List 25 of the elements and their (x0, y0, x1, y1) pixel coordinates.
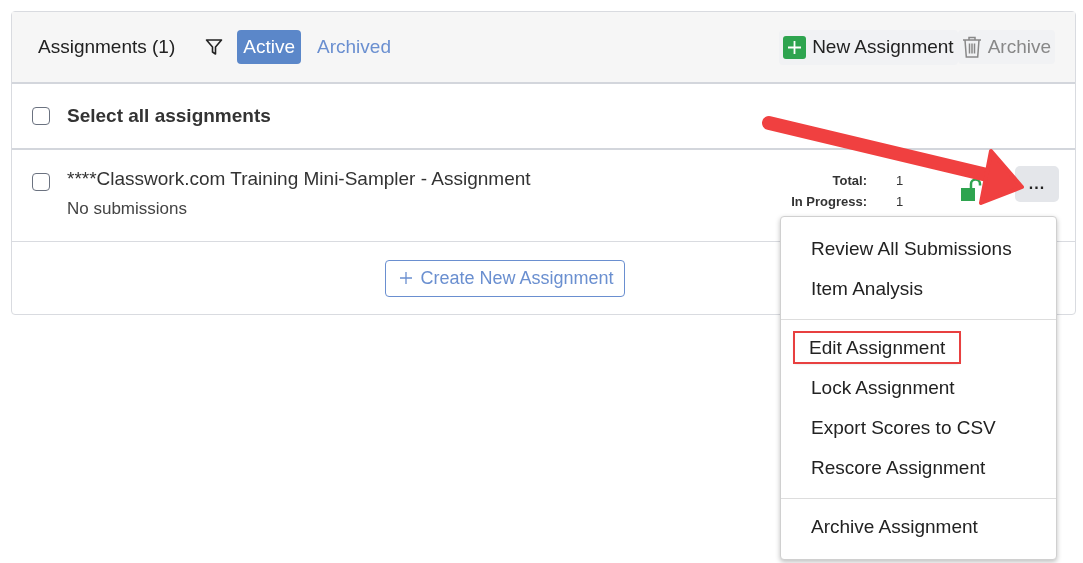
panel-title: Assignments (1) (38, 36, 176, 58)
menu-item[interactable]: Rescore Assignment (811, 457, 986, 478)
menu-item[interactable]: Item Analysis (811, 278, 923, 299)
menu-item[interactable]: Lock Assignment (811, 377, 955, 398)
trash-icon (961, 36, 982, 58)
select-all-label: Select all assignments (67, 105, 271, 127)
stat-label: Total: (831, 173, 867, 188)
plus-icon (783, 35, 807, 59)
more-options-button[interactable]: ... (1015, 166, 1059, 202)
submission-status: No submissions (67, 199, 188, 219)
menu-item[interactable]: Export Scores to CSV (811, 417, 996, 438)
filter-tab[interactable]: Active (237, 30, 302, 64)
menu-item[interactable]: Edit Assignment (795, 333, 960, 362)
menu-item[interactable]: Archive Assignment (811, 516, 978, 537)
checkbox[interactable] (32, 173, 50, 191)
plus-icon (400, 272, 413, 284)
stat-value: 1 (896, 173, 905, 188)
stat-label: In Progress: (791, 194, 867, 209)
checkbox[interactable] (32, 107, 50, 125)
stat-value: 1 (896, 194, 905, 209)
new-assignment-button[interactable]: New Assignment (779, 29, 958, 65)
filter-icon[interactable] (205, 38, 224, 56)
assignment-title[interactable]: ****Classwork.com Training Mini-Sampler - Assignment (67, 168, 792, 190)
menu-item[interactable]: Review All Submissions (811, 238, 1012, 259)
unlocked-padlock-icon[interactable] (960, 178, 982, 202)
